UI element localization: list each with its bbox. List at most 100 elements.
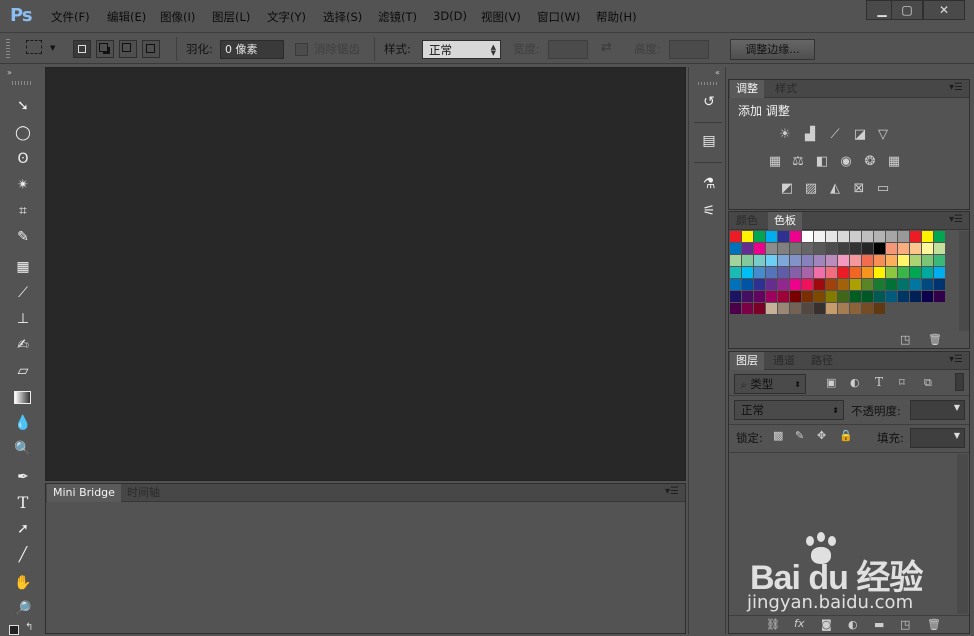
refine-edge-button[interactable]: 调整边缘... bbox=[730, 39, 815, 60]
menu-image[interactable]: 图像(I) bbox=[160, 9, 195, 25]
color-swatch[interactable] bbox=[886, 279, 897, 290]
layers-scrollbar[interactable] bbox=[957, 454, 968, 614]
swap-colors-icon[interactable]: ↰ bbox=[25, 622, 33, 633]
color-swatch[interactable] bbox=[790, 279, 801, 290]
color-swatch[interactable] bbox=[886, 243, 897, 254]
menu-view[interactable]: 视图(V) bbox=[481, 9, 521, 25]
width-input[interactable] bbox=[548, 40, 588, 59]
color-swatch[interactable] bbox=[754, 279, 765, 290]
color-swatch[interactable] bbox=[814, 291, 825, 302]
brush-presets-icon[interactable]: ⚗ bbox=[699, 174, 719, 194]
panel-menu-icon[interactable]: ▾☰ bbox=[949, 83, 963, 93]
color-swatch[interactable] bbox=[778, 231, 789, 242]
tab-layers[interactable]: 图层 bbox=[730, 352, 764, 370]
color-swatch[interactable] bbox=[862, 231, 873, 242]
color-lookup-icon[interactable]: ▦ bbox=[885, 154, 903, 169]
tab-color[interactable]: 颜色 bbox=[730, 212, 764, 230]
color-swatch[interactable] bbox=[850, 243, 861, 254]
color-swatch[interactable] bbox=[742, 231, 753, 242]
filter-toggle[interactable] bbox=[955, 373, 964, 391]
crop-icon[interactable]: ⌗ bbox=[12, 201, 34, 221]
panel-menu-icon[interactable]: ▾☰ bbox=[949, 355, 963, 365]
color-swatch[interactable] bbox=[886, 267, 897, 278]
collapse-toolbox-icon[interactable]: » bbox=[7, 68, 12, 77]
color-swatch[interactable] bbox=[802, 231, 813, 242]
color-swatch[interactable] bbox=[922, 231, 933, 242]
lock-transparent-icon[interactable]: ▩ bbox=[773, 430, 783, 442]
color-swatch[interactable] bbox=[874, 255, 885, 266]
pen-icon[interactable]: ✒ bbox=[12, 467, 34, 487]
style-dropdown[interactable]: 正常 ▲ ▼ bbox=[422, 40, 501, 59]
color-swatch[interactable] bbox=[802, 243, 813, 254]
dock-grip[interactable] bbox=[698, 82, 718, 85]
color-swatch[interactable] bbox=[754, 255, 765, 266]
color-swatch[interactable] bbox=[790, 243, 801, 254]
threshold-icon[interactable]: ◭ bbox=[826, 181, 844, 196]
color-swatch[interactable] bbox=[730, 291, 741, 302]
color-swatch[interactable] bbox=[874, 231, 885, 242]
color-swatch[interactable] bbox=[826, 243, 837, 254]
color-swatch[interactable] bbox=[754, 291, 765, 302]
history-brush-icon[interactable]: ✍ bbox=[12, 335, 34, 355]
color-swatch[interactable] bbox=[850, 231, 861, 242]
link-layers-icon[interactable]: ⛓ bbox=[766, 619, 780, 631]
options-grip[interactable] bbox=[6, 39, 10, 59]
brush-settings-icon[interactable]: ⚟ bbox=[699, 201, 719, 221]
swatches-scrollbar[interactable] bbox=[959, 231, 969, 331]
filter-pixel-icon[interactable]: ▣ bbox=[826, 377, 836, 389]
blur-icon[interactable]: 💧 bbox=[12, 413, 34, 433]
lock-image-icon[interactable]: ✎ bbox=[795, 430, 804, 442]
delete-layer-icon[interactable]: 🗑 bbox=[927, 619, 941, 631]
tab-styles[interactable]: 样式 bbox=[769, 80, 803, 98]
color-swatch[interactable] bbox=[934, 267, 945, 278]
tab-adjustments[interactable]: 调整 bbox=[730, 80, 764, 98]
color-swatch[interactable] bbox=[850, 303, 861, 314]
color-swatch[interactable] bbox=[898, 279, 909, 290]
color-swatch[interactable] bbox=[814, 267, 825, 278]
color-swatch[interactable] bbox=[766, 255, 777, 266]
maximize-button[interactable]: ▢ bbox=[891, 0, 923, 20]
color-swatch[interactable] bbox=[910, 291, 921, 302]
tab-timeline[interactable]: 时间轴 bbox=[121, 484, 166, 502]
color-swatch[interactable] bbox=[802, 291, 813, 302]
color-swatch[interactable] bbox=[754, 303, 765, 314]
color-swatch[interactable] bbox=[838, 267, 849, 278]
path-selection-icon[interactable]: ➚ bbox=[12, 519, 34, 539]
color-swatch[interactable] bbox=[814, 303, 825, 314]
color-swatch[interactable] bbox=[862, 303, 873, 314]
tab-channels[interactable]: 通道 bbox=[767, 352, 801, 370]
close-button[interactable]: ✕ bbox=[923, 0, 965, 20]
filter-type-icon[interactable]: T bbox=[875, 376, 883, 388]
color-swatch[interactable] bbox=[742, 243, 753, 254]
color-swatch[interactable] bbox=[742, 279, 753, 290]
dodge-icon[interactable]: 🔍 bbox=[12, 439, 34, 459]
color-swatch[interactable] bbox=[922, 279, 933, 290]
brush-icon[interactable]: ⟋ bbox=[12, 283, 34, 303]
color-swatch[interactable] bbox=[898, 243, 909, 254]
color-swatch[interactable] bbox=[934, 231, 945, 242]
color-swatch[interactable] bbox=[766, 231, 777, 242]
color-swatch[interactable] bbox=[802, 255, 813, 266]
new-layer-icon[interactable]: ◳ bbox=[900, 619, 910, 631]
feather-input[interactable]: 0 像素 bbox=[220, 40, 284, 59]
color-swatch[interactable] bbox=[898, 231, 909, 242]
color-swatch[interactable] bbox=[766, 267, 777, 278]
color-swatch[interactable] bbox=[790, 291, 801, 302]
invert-icon[interactable]: ◩ bbox=[778, 181, 796, 196]
lasso-icon[interactable]: ʘ bbox=[12, 149, 34, 169]
new-adjustment-icon[interactable]: ◐ bbox=[848, 619, 858, 631]
color-swatch[interactable] bbox=[874, 279, 885, 290]
gradient-map-icon[interactable]: ▭ bbox=[874, 181, 892, 196]
curves-icon[interactable]: ⟋ bbox=[826, 127, 844, 142]
color-swatch[interactable] bbox=[814, 255, 825, 266]
tab-paths[interactable]: 路径 bbox=[805, 352, 839, 370]
swap-icon[interactable]: ⇄ bbox=[601, 40, 612, 55]
delete-swatch-icon[interactable]: 🗑 bbox=[928, 334, 942, 346]
color-swatch[interactable] bbox=[802, 267, 813, 278]
type-icon[interactable]: T bbox=[12, 493, 34, 513]
color-swatch[interactable] bbox=[802, 279, 813, 290]
color-swatch[interactable] bbox=[742, 267, 753, 278]
intersect-selection-button[interactable] bbox=[142, 40, 160, 58]
tab-mini-bridge[interactable]: Mini Bridge bbox=[47, 484, 121, 502]
color-swatch[interactable] bbox=[742, 303, 753, 314]
